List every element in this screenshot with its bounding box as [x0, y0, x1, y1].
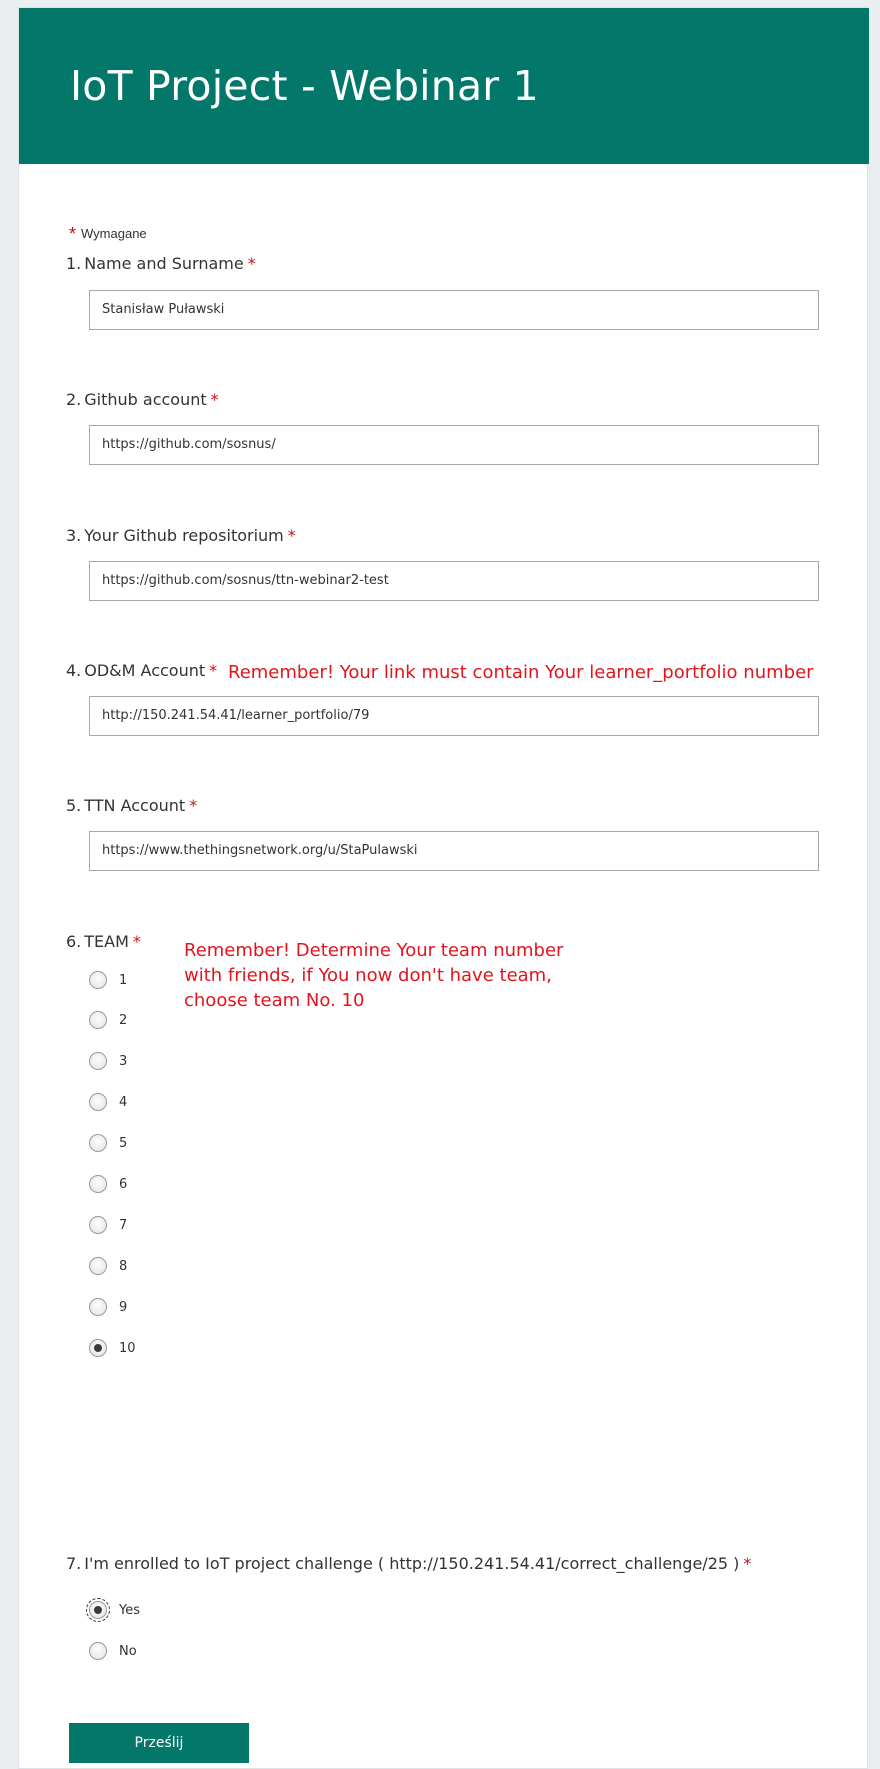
form-title: IoT Project - Webinar 1	[70, 62, 539, 110]
radio-button[interactable]	[89, 1093, 107, 1111]
name-surname-input[interactable]: Stanisław Puławski	[89, 290, 819, 330]
question-2-text: Github account	[84, 390, 207, 409]
enrolled-option-label: Yes	[119, 1602, 140, 1618]
question-7-text: I'm enrolled to IoT project challenge ( …	[84, 1554, 740, 1573]
question-5-label: 5. TTN Account *	[66, 796, 197, 815]
required-note: * Wymagane	[69, 224, 147, 245]
question-3-required-star: *	[287, 526, 296, 545]
radio-button[interactable]	[89, 1257, 107, 1275]
question-2-number: 2.	[66, 390, 82, 409]
radio-button[interactable]	[89, 1011, 107, 1029]
team-option-label: 3	[119, 1053, 128, 1069]
team-option-label: 1	[119, 972, 128, 988]
question-7-number: 7.	[66, 1554, 82, 1573]
question-7-required-star: *	[743, 1554, 752, 1573]
team-annotation-line-3: choose team No. 10	[184, 990, 365, 1011]
radio-button[interactable]	[89, 1642, 107, 1660]
question-3-label: 3. Your Github repositorium *	[66, 526, 296, 545]
question-1-required-star: *	[247, 254, 256, 273]
question-5-text: TTN Account	[84, 796, 186, 815]
team-option-7[interactable]: 7	[89, 1212, 127, 1238]
required-text: Wymagane	[81, 226, 147, 241]
team-option-label: 9	[119, 1299, 128, 1315]
team-annotation-line-1: Remember! Determine Your team number	[184, 940, 564, 961]
radio-button-selected[interactable]	[86, 1598, 110, 1622]
question-4-label: 4. OD&M Account *	[66, 661, 217, 680]
question-4-number: 4.	[66, 661, 82, 680]
question-1-text: Name and Surname	[84, 254, 244, 273]
team-option-1[interactable]: 1	[89, 967, 127, 993]
github-repo-input[interactable]: https://github.com/sosnus/ttn-webinar2-t…	[89, 561, 819, 601]
team-option-6[interactable]: 6	[89, 1171, 127, 1197]
team-option-10[interactable]: 10	[89, 1335, 136, 1361]
team-option-label: 5	[119, 1135, 128, 1151]
question-7-label: 7. I'm enrolled to IoT project challenge …	[66, 1554, 751, 1573]
enrolled-option-yes[interactable]: Yes	[86, 1597, 140, 1623]
question-1-number: 1.	[66, 254, 82, 273]
team-annotation-line-2: with friends, if You now don't have team…	[184, 965, 552, 986]
question-5-required-star: *	[189, 796, 198, 815]
team-option-label: 7	[119, 1217, 128, 1233]
question-4-text: OD&M Account	[84, 661, 206, 680]
odm-account-annotation: Remember! Your link must contain Your le…	[228, 662, 814, 683]
team-option-label: 10	[119, 1340, 136, 1356]
radio-button[interactable]	[89, 1216, 107, 1234]
enrolled-option-label: No	[119, 1643, 137, 1659]
form-header: IoT Project - Webinar 1	[19, 8, 869, 164]
team-option-label: 4	[119, 1094, 128, 1110]
team-option-2[interactable]: 2	[89, 1007, 127, 1033]
question-3-text: Your Github repositorium	[84, 526, 284, 545]
radio-button[interactable]	[89, 971, 107, 989]
question-5-number: 5.	[66, 796, 82, 815]
question-1-label: 1. Name and Surname *	[66, 254, 256, 273]
radio-button[interactable]	[89, 1298, 107, 1316]
question-6-required-star: *	[132, 932, 141, 951]
question-3-number: 3.	[66, 526, 82, 545]
team-option-3[interactable]: 3	[89, 1048, 127, 1074]
radio-button[interactable]	[89, 1134, 107, 1152]
question-2-required-star: *	[210, 390, 219, 409]
radio-button-selected[interactable]	[89, 1339, 107, 1357]
team-option-8[interactable]: 8	[89, 1253, 127, 1279]
ttn-account-input[interactable]: https://www.thethingsnetwork.org/u/StaPu…	[89, 831, 819, 871]
enrolled-option-no[interactable]: No	[89, 1638, 137, 1664]
odm-account-input[interactable]: http://150.241.54.41/learner_portfolio/7…	[89, 696, 819, 736]
team-option-4[interactable]: 4	[89, 1089, 127, 1115]
team-option-5[interactable]: 5	[89, 1130, 127, 1156]
team-option-label: 8	[119, 1258, 128, 1274]
team-option-label: 2	[119, 1012, 128, 1028]
question-6-text: TEAM	[84, 932, 129, 951]
radio-button[interactable]	[89, 1175, 107, 1193]
github-account-input[interactable]: https://github.com/sosnus/	[89, 425, 819, 465]
form-card: IoT Project - Webinar 1 * Wymagane 1. Name…	[18, 7, 869, 1769]
question-6-label: 6. TEAM *	[66, 932, 141, 951]
team-option-label: 6	[119, 1176, 128, 1192]
question-6-number: 6.	[66, 932, 82, 951]
team-option-9[interactable]: 9	[89, 1294, 127, 1320]
required-star: *	[69, 224, 77, 244]
submit-button[interactable]: Prześlij	[69, 1723, 249, 1763]
radio-button[interactable]	[89, 1052, 107, 1070]
question-2-label: 2. Github account *	[66, 390, 219, 409]
question-4-required-star: *	[209, 661, 218, 680]
